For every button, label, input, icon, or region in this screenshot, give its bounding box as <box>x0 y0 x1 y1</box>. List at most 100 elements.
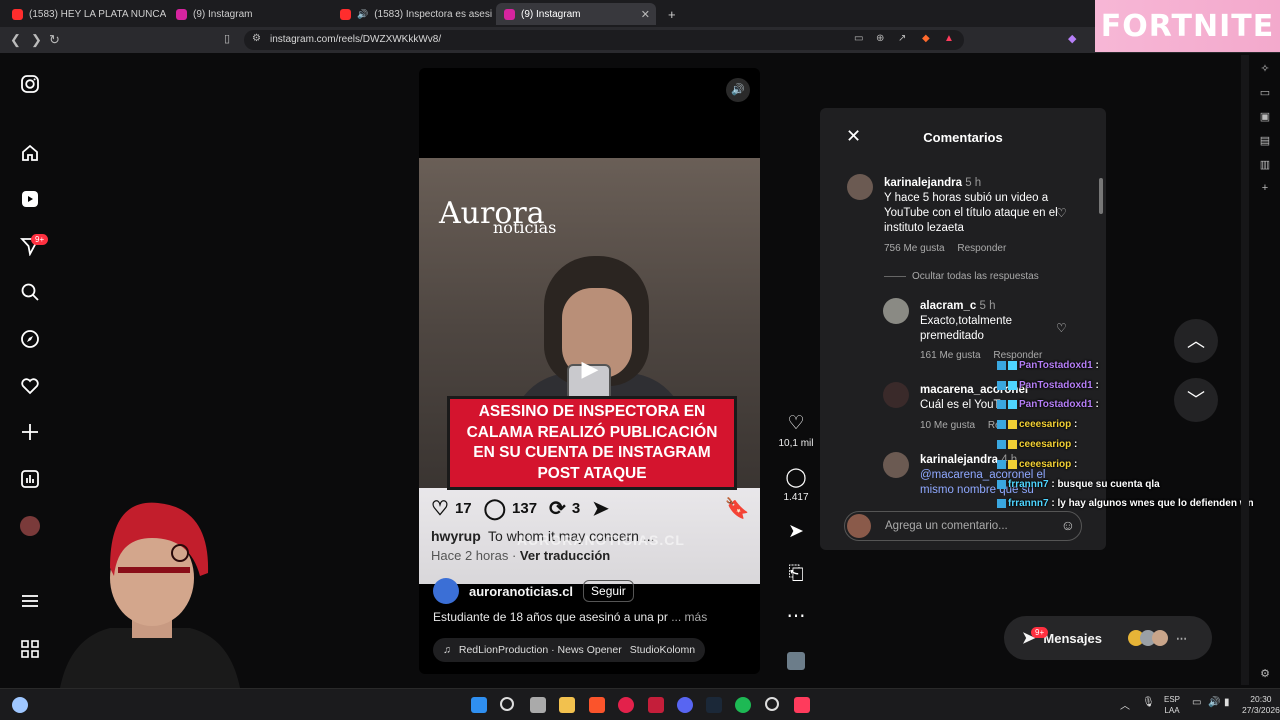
address-bar[interactable]: ⚙ instagram.com/reels/DWZXWKkkWv8/ ▭ ⊕ ↗… <box>244 30 964 50</box>
leo-ai-icon[interactable]: ✧ <box>1258 62 1272 76</box>
home-icon[interactable] <box>19 142 41 164</box>
share-icon[interactable]: ➤ <box>592 496 609 521</box>
cast-icon[interactable]: ▭ <box>854 33 863 44</box>
explore-icon[interactable] <box>19 328 41 350</box>
forward-icon[interactable]: ❯ <box>31 32 42 48</box>
menu-icon[interactable] <box>19 590 41 612</box>
next-reel-button[interactable]: ﹀ <box>1174 378 1218 422</box>
spotify-icon[interactable] <box>735 697 751 713</box>
comment-likes[interactable]: 10 Me gusta <box>920 420 975 431</box>
start-icon[interactable] <box>471 697 487 713</box>
comment-avatar[interactable] <box>847 174 873 200</box>
comment-icon[interactable]: ◯ <box>484 496 506 521</box>
audio-thumbnail[interactable] <box>787 652 805 670</box>
brave-icon[interactable] <box>589 697 605 713</box>
create-icon[interactable] <box>19 421 41 443</box>
profile-avatar[interactable] <box>19 515 41 537</box>
settings-icon[interactable]: ⚙ <box>1258 667 1272 681</box>
discord-icon[interactable] <box>677 697 693 713</box>
dashboard-icon[interactable] <box>19 468 41 490</box>
battery-icon[interactable]: ▮ <box>1224 697 1230 708</box>
mic-icon[interactable]: 🎙 <box>1142 697 1155 708</box>
more-options-icon[interactable]: ⋯ <box>783 605 809 628</box>
music-pill[interactable]: ♫ RedLionProduction · News Opener Studio… <box>433 638 706 662</box>
wallet-icon[interactable]: ▣ <box>1258 110 1272 124</box>
tray-chevron-icon[interactable]: ︿ <box>1120 697 1130 712</box>
reading-list-icon[interactable]: ▭ <box>1258 86 1272 100</box>
comment-avatar[interactable] <box>883 298 909 324</box>
comment-icon[interactable]: ◯ <box>783 466 809 489</box>
network-icon[interactable]: ▭ <box>1192 697 1201 708</box>
more-link[interactable]: ... más <box>671 610 707 624</box>
volume-icon[interactable]: 🔊 <box>726 78 750 102</box>
comment-avatar[interactable] <box>883 452 909 478</box>
tab-youtube-2[interactable]: 🔊 (1583) Inspectora es asesinada tr <box>332 3 492 25</box>
history-icon[interactable]: ▥ <box>1258 158 1272 172</box>
comment-like-icon[interactable]: ♡ <box>1056 321 1067 335</box>
system-clock[interactable]: 20:30 27/3/2026 <box>1242 694 1280 716</box>
comment-placeholder[interactable]: Agrega un comentario... <box>885 520 1008 532</box>
account-name[interactable]: auroranoticias.cl <box>469 584 573 599</box>
share-icon[interactable]: ➤ <box>783 520 809 543</box>
share-icon[interactable]: ↗ <box>898 33 906 44</box>
steam-icon[interactable] <box>706 697 722 713</box>
hide-replies-link[interactable]: Ocultar todas las respuestas <box>884 271 1039 282</box>
tab-instagram-active[interactable]: (9) Instagram ✕ <box>496 3 656 25</box>
url-text[interactable]: instagram.com/reels/DWZXWKkkWv8/ <box>270 34 441 45</box>
play-icon[interactable]: ▶ <box>574 356 606 388</box>
extension-icon[interactable]: ◆ <box>1068 32 1076 45</box>
emoji-icon[interactable]: ☺ <box>1061 517 1075 533</box>
brave-rewards-icon[interactable]: ▲ <box>944 33 954 44</box>
comment-username[interactable]: karinalejandra <box>884 177 962 189</box>
comment-avatar[interactable] <box>883 382 909 408</box>
comment-likes[interactable]: 756 Me gusta <box>884 243 945 254</box>
tab-youtube-1[interactable]: (1583) HEY LA PLATA NUNCA <box>4 3 166 25</box>
previous-reel-button[interactable]: ︿ <box>1174 319 1218 363</box>
translate-link[interactable]: Ver traducción <box>520 548 610 563</box>
caption-username[interactable]: hwyrup <box>431 528 481 544</box>
add-panel-icon[interactable]: + <box>1258 182 1272 196</box>
like-icon[interactable]: ♡ <box>783 412 809 435</box>
zoom-icon[interactable]: ⊕ <box>876 33 884 44</box>
reel-player[interactable]: Aurora noticias ASESINO DE INSPECTORA EN… <box>419 68 760 674</box>
comment-likes[interactable]: 161 Me gusta <box>920 350 981 361</box>
repost-icon[interactable]: ⟳ <box>549 496 566 521</box>
account-avatar[interactable] <box>433 578 459 604</box>
instagram-logo-icon[interactable] <box>19 73 41 95</box>
close-tab-icon[interactable]: ✕ <box>641 8 650 21</box>
bookmark-icon[interactable]: ▯ <box>224 32 230 45</box>
page-scrollbar[interactable] <box>1241 55 1249 685</box>
new-tab-button[interactable]: + <box>660 3 680 25</box>
volume-icon[interactable]: 🔊 <box>1208 697 1220 708</box>
site-info-icon[interactable]: ⚙ <box>252 33 261 44</box>
obs-icon[interactable] <box>765 697 779 711</box>
search-icon[interactable] <box>500 697 514 711</box>
bookmark-icon[interactable]: 🔖 <box>725 496 750 521</box>
comment-input[interactable]: Agrega un comentario... ☺ <box>844 511 1082 541</box>
heart-icon[interactable]: ♡ <box>431 496 449 521</box>
weather-icon[interactable] <box>12 697 28 713</box>
comment-like-icon[interactable]: ♡ <box>1056 206 1067 220</box>
bookmarks-icon[interactable]: ▤ <box>1258 134 1272 148</box>
media-player-icon[interactable] <box>618 697 634 713</box>
file-explorer-icon[interactable] <box>559 697 575 713</box>
notifications-icon[interactable] <box>19 375 41 397</box>
reload-icon[interactable]: ↻ <box>49 32 60 48</box>
app-icon-2[interactable] <box>794 697 810 713</box>
comments-scrollbar[interactable] <box>1099 178 1103 214</box>
tab-instagram-1[interactable]: (9) Instagram <box>168 3 330 25</box>
reels-icon[interactable] <box>19 188 41 210</box>
brave-shields-icon[interactable]: ◆ <box>922 33 930 44</box>
comment-username[interactable]: karinalejandra <box>920 454 998 466</box>
language-indicator[interactable]: ESP LAA <box>1164 694 1180 716</box>
reply-link[interactable]: Responder <box>957 243 1006 254</box>
apps-icon[interactable] <box>19 638 41 660</box>
save-icon[interactable]: ⎗ <box>783 563 809 585</box>
search-icon[interactable] <box>19 281 41 303</box>
comment-username[interactable]: alacram_c <box>920 300 976 312</box>
back-icon[interactable]: ❮ <box>10 32 21 48</box>
messages-button[interactable]: ➤ Mensajes ⋯ <box>1004 616 1212 660</box>
task-view-icon[interactable] <box>530 697 546 713</box>
follow-button[interactable]: Seguir <box>583 580 634 602</box>
app-icon[interactable] <box>648 697 664 713</box>
